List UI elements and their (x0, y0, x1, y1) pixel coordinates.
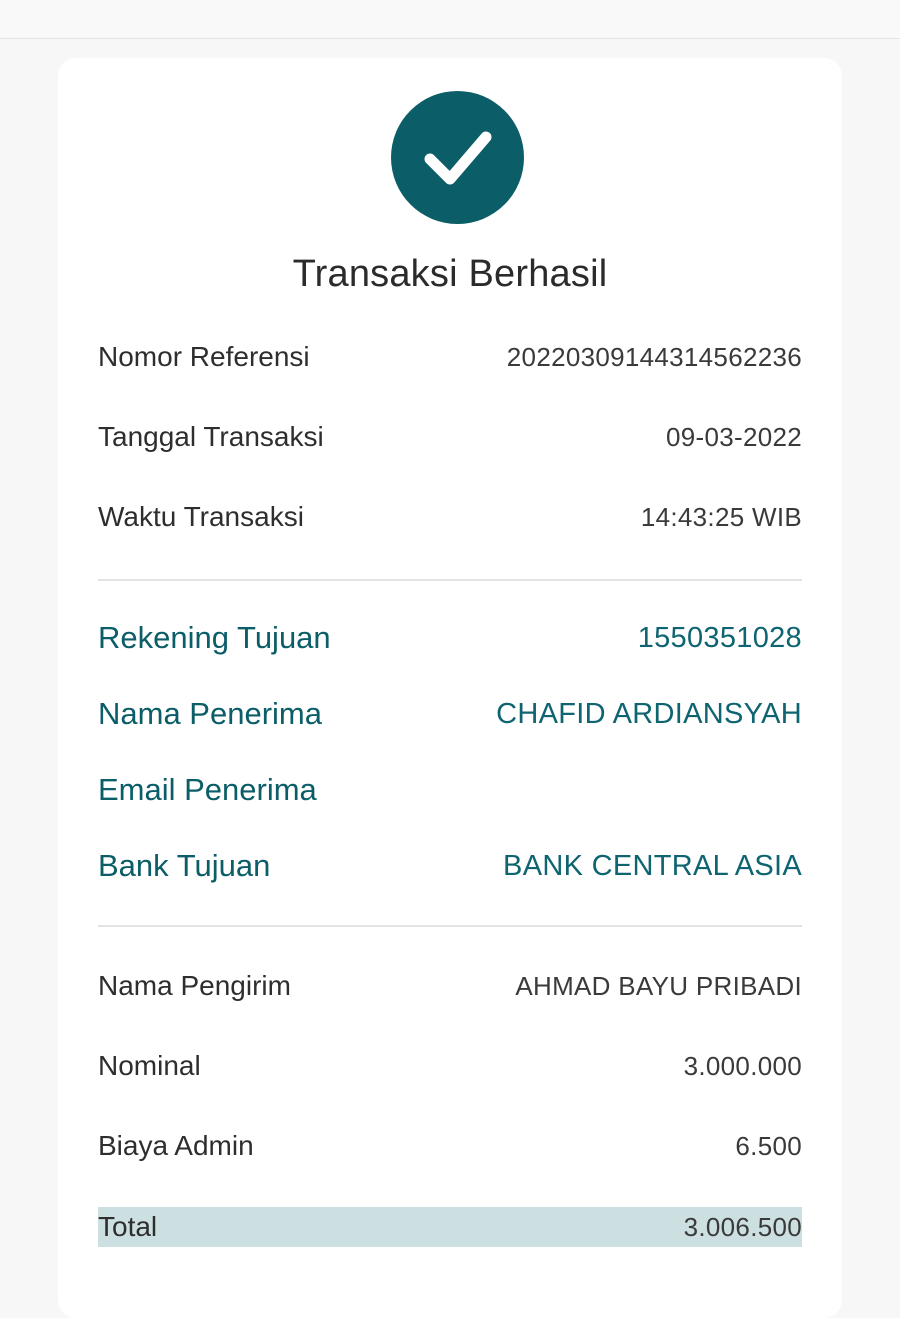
admin-fee-label: Biaya Admin (98, 1130, 254, 1161)
account-label: Rekening Tujuan (98, 620, 331, 655)
reference-label: Nomor Referensi (98, 341, 310, 372)
total-label: Total (98, 1211, 158, 1242)
recipient-email-label: Email Penerima (98, 772, 317, 807)
nominal-row: Nominal 3.000.000 (98, 1046, 802, 1086)
reference-value: 20220309144314562236 (506, 341, 802, 372)
time-row: Waktu Transaksi 14:43:25 WIB (98, 497, 802, 537)
check-icon (424, 131, 492, 185)
bank-value: BANK CENTRAL ASIA (503, 849, 802, 882)
recipient-email-row: Email Penerima (98, 770, 802, 810)
recipient-name-row: Nama Penerima CHAFID ARDIANSYAH (98, 694, 802, 734)
reference-row: Nomor Referensi 20220309144314562236 (98, 337, 802, 377)
admin-fee-row: Biaya Admin 6.500 (98, 1126, 802, 1166)
date-label: Tanggal Transaksi (98, 421, 324, 452)
section-divider (98, 579, 802, 581)
date-value: 09-03-2022 (666, 421, 802, 452)
top-bar (0, 0, 900, 39)
time-value: 14:43:25 WIB (640, 501, 802, 532)
sender-row: Nama Pengirim AHMAD BAYU PRIBADI (98, 966, 802, 1006)
success-badge (391, 91, 524, 224)
account-row: Rekening Tujuan 1550351028 (98, 618, 802, 658)
bank-label: Bank Tujuan (98, 848, 271, 883)
account-value: 1550351028 (637, 621, 802, 654)
nominal-value: 3.000.000 (683, 1050, 802, 1081)
receipt-card: Transaksi Berhasil Nomor Referensi 20220… (58, 58, 842, 1318)
sender-value: AHMAD BAYU PRIBADI (515, 970, 802, 1001)
time-label: Waktu Transaksi (98, 501, 304, 532)
bank-row: Bank Tujuan BANK CENTRAL ASIA (98, 846, 802, 886)
admin-fee-value: 6.500 (735, 1130, 802, 1161)
page-title: Transaksi Berhasil (292, 253, 608, 295)
total-row: Total 3.006.500 (98, 1207, 802, 1247)
section-divider (98, 925, 802, 927)
date-row: Tanggal Transaksi 09-03-2022 (98, 417, 802, 457)
sender-label: Nama Pengirim (98, 970, 291, 1001)
recipient-name-value: CHAFID ARDIANSYAH (496, 697, 802, 730)
total-value: 3.006.500 (683, 1211, 802, 1242)
recipient-name-label: Nama Penerima (98, 696, 322, 731)
nominal-label: Nominal (98, 1050, 201, 1081)
